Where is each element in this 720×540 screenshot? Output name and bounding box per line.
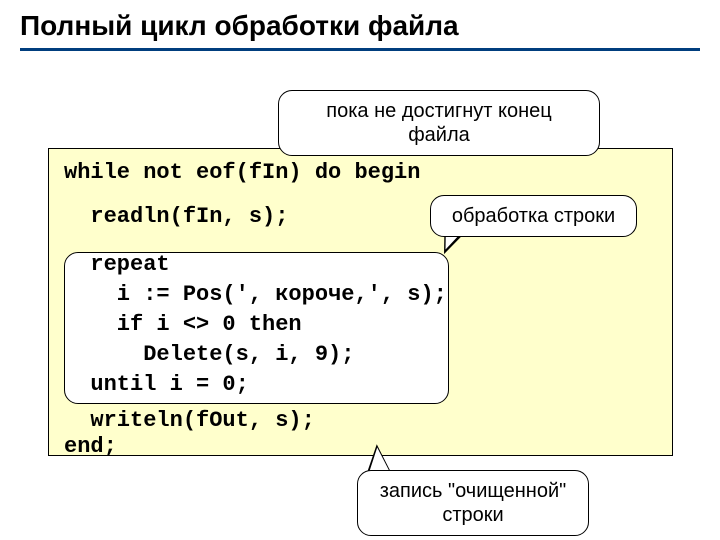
code-line-1: while not eof(fIn) do begin [64, 160, 420, 185]
code-line-8: writeln(fOut, s); [64, 408, 315, 433]
code-line-7: until i = 0; [64, 372, 249, 397]
code-line-5: if i <> 0 then [64, 312, 302, 337]
code-line-3: repeat [64, 252, 170, 277]
code-line-2: readln(fIn, s); [64, 204, 288, 229]
code-line-4: i := Pos(', короче,', s); [64, 282, 447, 307]
title-underline [20, 48, 700, 51]
callout-process: обработка строки [430, 195, 637, 237]
callout-eof: пока не достигнут конец файла [278, 90, 600, 156]
code-line-6: Delete(s, i, 9); [64, 342, 354, 367]
code-line-9: end; [64, 434, 117, 459]
callout-write: запись "очищенной" строки [357, 470, 589, 536]
slide-title: Полный цикл обработки файла [0, 0, 720, 48]
